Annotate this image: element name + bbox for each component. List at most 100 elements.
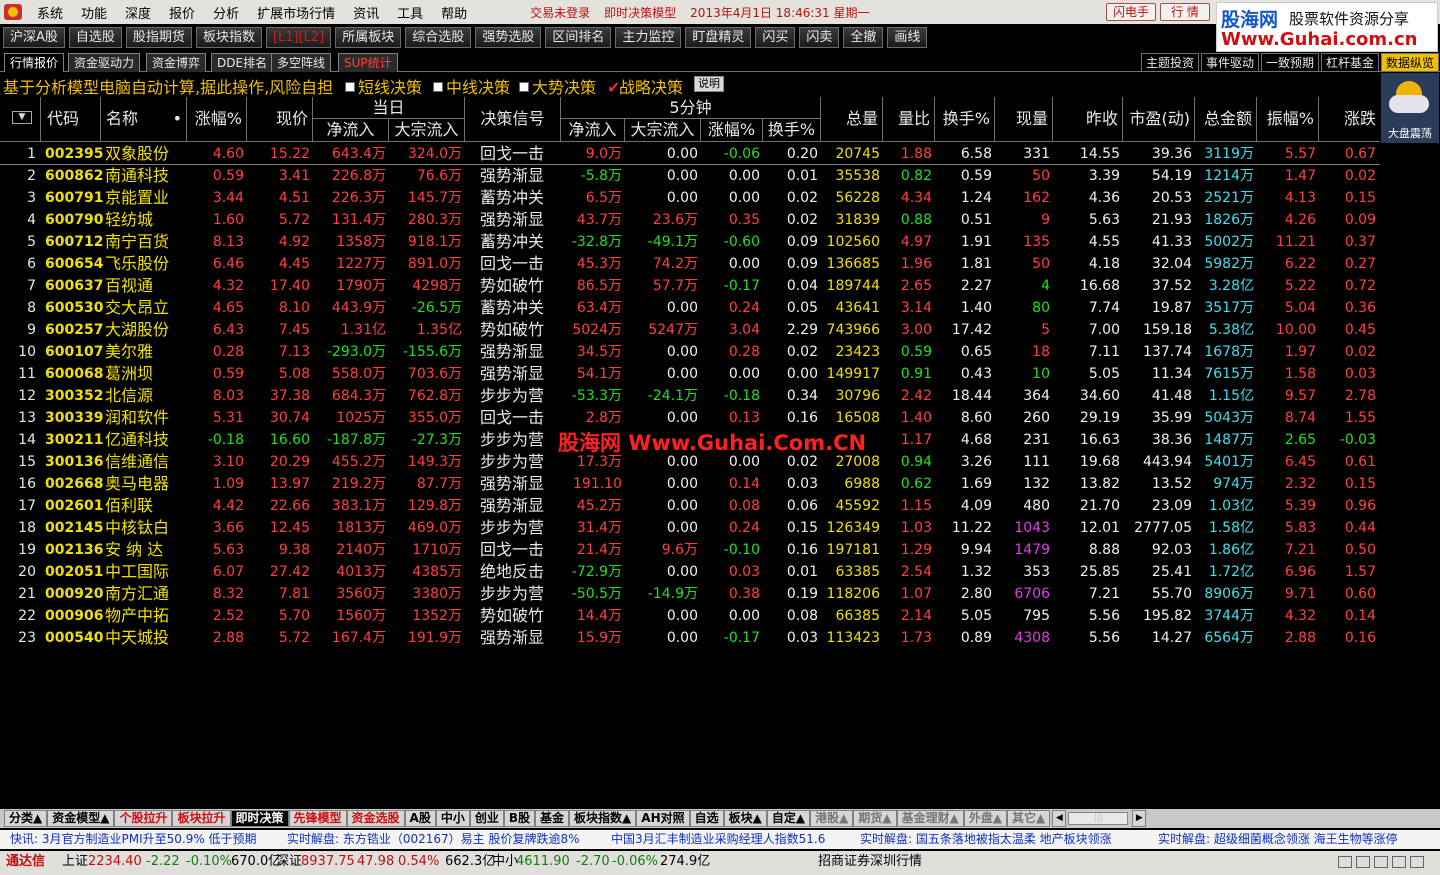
header-code[interactable]: 代码 <box>40 97 100 141</box>
bottom-tab-pioneer-model[interactable]: 先锋模型 <box>288 810 347 827</box>
ticker-item[interactable]: 快讯: 3月官方制造业PMI升至50.9% 低于预期 <box>10 830 257 849</box>
tab-fund-drive[interactable]: 资金驱动力 <box>68 53 141 72</box>
toolbar-watch-genius[interactable]: 盯盘精灵 <box>685 26 752 48</box>
bottom-tab-b-share[interactable]: B股 <box>503 810 536 827</box>
menu-news[interactable]: 资讯 <box>344 3 388 22</box>
scroll-right-icon[interactable]: ▶ <box>1132 810 1147 827</box>
table-row[interactable]: 17 002601 佰利联 4.42 22.66 383.1万 129.8万 强势渐显 45.2… <box>0 495 1380 517</box>
header-block-inflow[interactable]: 大宗流入 <box>388 119 464 141</box>
table-row[interactable]: 9 600257 大湖股份 6.43 7.45 1.31亿 1.35亿 势如破竹 5024万 52… <box>0 319 1380 341</box>
table-row[interactable]: 1 002395 双象股份 4.60 15.22 643.4万 324.0万 回戈一击 9.0万… <box>0 143 1380 165</box>
header-current-volume[interactable]: 现量 <box>994 97 1052 141</box>
toolbar-strong-pick[interactable]: 强势选股 <box>475 26 542 48</box>
header-volume-ratio[interactable]: 量比 <box>882 97 934 141</box>
ticker-item[interactable]: 实时解盘: 东方锆业（002167）易主 股价复牌跌逾8% <box>287 830 580 849</box>
toolbar-main-force[interactable]: 主力监控 <box>615 26 682 48</box>
header-name[interactable]: 名称 • <box>100 97 186 141</box>
bottom-tab-sme[interactable]: 中小 <box>435 810 470 827</box>
table-row[interactable]: 12 300352 北信源 8.03 37.38 684.3万 762.8万 步步为营 -53.… <box>0 385 1380 407</box>
menu-system[interactable]: 系统 <box>28 3 72 22</box>
tab-event-drive[interactable]: 事件驱动 <box>1201 53 1260 72</box>
table-row[interactable]: 23 000540 中天城投 2.88 5.72 167.4万 191.9万 强势渐显 15.9… <box>0 627 1380 649</box>
table-row[interactable]: 8 600530 交大昂立 4.65 8.10 443.9万 -26.5万 蓄势冲关 63.4万… <box>0 297 1380 319</box>
scroll-left-icon[interactable]: ◀ <box>1052 810 1067 827</box>
bottom-tab-fund-model[interactable]: 资金模型▲ <box>47 810 115 827</box>
ticker-item[interactable]: 实时解盘: 国五条落地被指太温柔 地产板块领涨 <box>860 830 1112 849</box>
check-market-trend[interactable]: 大势决策 <box>519 74 596 98</box>
header-volume[interactable]: 总量 <box>820 97 882 141</box>
sz-index-value[interactable]: 8937.75 <box>301 851 355 873</box>
help-button[interactable]: 说明 <box>694 76 724 92</box>
table-row[interactable]: 5 600712 南宁百货 8.13 4.92 1358万 918.1万 蓄势冲关 -32.8万… <box>0 231 1380 253</box>
tab-leverage-fund[interactable]: 杠杆基金 <box>1321 53 1380 72</box>
bottom-tab-ah-compare[interactable]: AH对照 <box>636 810 690 827</box>
table-row[interactable]: 6 600654 飞乐股份 6.46 4.45 1227万 891.0万 回戈一击 45.3万 7… <box>0 253 1380 275</box>
horizontal-scroll-thumb[interactable]: ||| <box>1068 812 1129 825</box>
table-row[interactable]: 4 600790 轻纺城 1.60 5.72 131.4万 280.3万 强势渐显 43.7万 2… <box>0 209 1380 231</box>
header-sort[interactable]: ▼ <box>0 97 40 141</box>
header-5min-change[interactable]: 涨幅% <box>700 119 762 141</box>
bottom-tab-category[interactable]: 分类▲ <box>4 810 48 827</box>
checkbox-icon[interactable] <box>519 82 529 92</box>
bottom-tab-instant-decision[interactable]: 即时决策 <box>230 810 289 827</box>
sh-index-value[interactable]: 2234.40 <box>88 851 142 873</box>
bottom-tab-sector-index[interactable]: 板块指数▲ <box>569 810 637 827</box>
toolbar-watchlist[interactable]: 自选股 <box>68 26 122 48</box>
menu-help[interactable]: 帮助 <box>432 3 476 22</box>
check-mid-term[interactable]: 中线决策 <box>433 74 510 98</box>
menu-tools[interactable]: 工具 <box>388 3 432 22</box>
header-price[interactable]: 现价 <box>246 97 312 141</box>
header-turnover[interactable]: 换手% <box>934 97 994 141</box>
ticker-item[interactable]: 中国3月汇丰制造业采购经理人指数51.6 <box>611 830 825 849</box>
bottom-tab-fund[interactable]: 基金 <box>535 810 570 827</box>
bottom-tab-sector[interactable]: 板块▲ <box>723 810 767 827</box>
header-net-inflow[interactable]: 净流入 <box>312 119 388 141</box>
header-5min-turnover[interactable]: 换手% <box>762 119 820 141</box>
tab-sup-stats[interactable]: SUP统计 <box>338 53 398 72</box>
news-ticker[interactable]: 快讯: 3月官方制造业PMI升至50.9% 低于预期 实时解盘: 东方锆业（00… <box>0 830 1440 849</box>
check-short-term[interactable]: 短线决策 <box>345 74 422 98</box>
menu-extended-market[interactable]: 扩展市场行情 <box>248 3 344 22</box>
toolbar-flash-buy[interactable]: 闪买 <box>755 26 796 48</box>
sort-dropdown-icon[interactable]: ▼ <box>12 111 32 124</box>
bottom-tab-chinext[interactable]: 创业 <box>469 810 504 827</box>
menu-quote[interactable]: 报价 <box>160 3 204 22</box>
table-row[interactable]: 2 600862 南通科技 0.59 3.41 226.8万 76.6万 强势渐显 -5.8万 0… <box>0 165 1380 187</box>
status-icon-2[interactable] <box>1356 856 1370 868</box>
header-decision-signal[interactable]: 决策信号 <box>464 97 560 141</box>
toolbar-draw[interactable]: 画线 <box>887 26 928 48</box>
toolbar-flash-sell[interactable]: 闪卖 <box>799 26 840 48</box>
toolbar-range-rank[interactable]: 区间排名 <box>545 26 612 48</box>
tab-data-overview[interactable]: 数据纵览 <box>1381 53 1440 72</box>
header-amount[interactable]: 总金额 <box>1194 97 1256 141</box>
table-row[interactable]: 19 002136 安 纳 达 5.63 9.38 2140万 1710万 回戈一击 21.4万… <box>0 539 1380 561</box>
status-icon-3[interactable] <box>1374 856 1388 868</box>
bottom-tab-sector-lift[interactable]: 板块拉升 <box>172 810 231 827</box>
bottom-tab-futures[interactable]: 期货▲ <box>853 810 897 827</box>
toolbar-l1-l2[interactable]: [L1][L2] <box>265 26 332 48</box>
table-row[interactable]: 3 600791 京能置业 3.44 4.51 226.3万 145.7万 蓄势冲关 6.5万 0… <box>0 187 1380 209</box>
toolbar-sector-index[interactable]: 板块指数 <box>195 26 262 48</box>
table-row[interactable]: 16 002668 奥马电器 1.09 13.97 219.2万 87.7万 强势渐显 191.… <box>0 473 1380 495</box>
menu-function[interactable]: 功能 <box>72 3 116 22</box>
market-weather-widget[interactable]: 大盘震荡 <box>1381 73 1439 143</box>
check-strategic[interactable]: ✔战略决策 <box>607 74 683 98</box>
quote-button[interactable]: 行 情 <box>1160 3 1210 21</box>
tab-dde-rank[interactable]: DDE排名 <box>211 53 274 72</box>
header-amplitude[interactable]: 振幅% <box>1256 97 1318 141</box>
table-row[interactable]: 20 002051 中工国际 6.07 27.42 4013万 4385万 绝地反击 -72.9… <box>0 561 1380 583</box>
toolbar-combined-pick[interactable]: 综合选股 <box>405 26 472 48</box>
tab-quote[interactable]: 行情报价 <box>4 53 65 72</box>
ticker-item[interactable]: 实时解盘: 超级细菌概念领涨 海王生物等涨停 <box>1158 830 1398 849</box>
header-5min-net-inflow[interactable]: 净流入 <box>560 119 624 141</box>
header-5min-block-inflow[interactable]: 大宗流入 <box>624 119 700 141</box>
checkbox-icon[interactable] <box>345 82 355 92</box>
status-icon-5[interactable] <box>1410 856 1424 868</box>
bottom-tab-a-share[interactable]: A股 <box>404 810 436 827</box>
bottom-tab-watchlist[interactable]: 自选 <box>689 810 724 827</box>
header-change-pct[interactable]: 涨幅% <box>186 97 246 141</box>
bottom-tab-fund-pick[interactable]: 资金选股 <box>346 810 405 827</box>
bottom-tab-fund-finance[interactable]: 基金理财▲ <box>896 810 964 827</box>
bottom-tab-custom[interactable]: 自定▲ <box>766 810 811 827</box>
header-prev-close[interactable]: 昨收 <box>1052 97 1122 141</box>
